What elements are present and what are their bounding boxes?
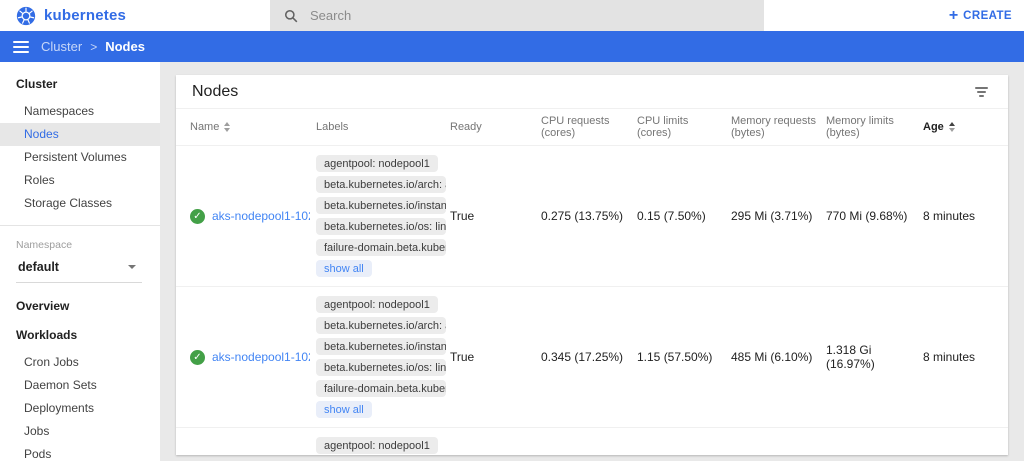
app-logo: kubernetes [16, 0, 126, 31]
show-all-button[interactable]: show all [316, 401, 372, 418]
table-row: ✓ aks-nodepool1-10230590-vm… agentpool: … [176, 146, 1008, 287]
create-button[interactable]: + CREATE [949, 0, 1012, 31]
column-header-labels: Labels [316, 121, 450, 133]
cpu-limits-value: 1.15 (57.50%) [637, 350, 731, 364]
node-labels-cell: agentpool: nodepool1 beta.kubernetes.io/… [316, 428, 450, 455]
sort-icon [224, 122, 230, 132]
namespace-selected-value: default [18, 260, 59, 274]
card-header: Nodes [176, 75, 1008, 109]
namespace-section: Namespace default [0, 226, 160, 283]
sidebar-item-storage-classes[interactable]: Storage Classes [0, 192, 160, 215]
namespace-select[interactable]: default [16, 260, 142, 283]
label-chip: agentpool: nodepool1 [316, 296, 438, 313]
node-name-link[interactable]: aks-nodepool1-10230590-vm… [212, 350, 310, 364]
chevron-right-icon: > [90, 40, 97, 54]
node-name-cell: ✓ aks-nodepool1-10230590-vm… [190, 350, 316, 365]
sidebar: Cluster Namespaces Nodes Persistent Volu… [0, 62, 160, 461]
table-row: ✓ aks-nodepool1-10230590-vm… agentpool: … [176, 287, 1008, 428]
column-header-memory-requests: Memory requests (bytes) [731, 115, 826, 139]
app-title: kubernetes [44, 7, 126, 24]
node-name-cell: ✓ aks-nodepool1-10230590-vm… [190, 209, 316, 224]
memory-limits-value: 770 Mi (9.68%) [826, 209, 923, 223]
label-chip: beta.kubernetes.io/arch: amd… [316, 176, 446, 193]
label-chip: beta.kubernetes.io/os: linux [316, 359, 446, 376]
breadcrumb: Cluster > Nodes [41, 39, 145, 54]
show-all-button[interactable]: show all [316, 260, 372, 277]
sidebar-item-roles[interactable]: Roles [0, 169, 160, 192]
column-header-memory-limits: Memory limits (bytes) [826, 115, 923, 139]
app-bar: kubernetes + CREATE [0, 0, 1024, 31]
label-chip: failure-domain.beta.kubernet… [316, 380, 446, 397]
column-header-name[interactable]: Name [190, 121, 316, 133]
column-header-cpu-limits: CPU limits (cores) [637, 115, 731, 139]
label-chip: agentpool: nodepool1 [316, 437, 438, 454]
sidebar-section-cluster[interactable]: Cluster [0, 62, 160, 100]
label-chip: beta.kubernetes.io/instance-t… [316, 338, 446, 355]
sidebar-item-namespaces[interactable]: Namespaces [0, 100, 160, 123]
sort-icon-active [949, 122, 955, 132]
age-value: 8 minutes [923, 209, 1008, 223]
search-icon [284, 9, 298, 23]
column-header-ready: Ready [450, 121, 541, 133]
sidebar-item-persistent-volumes[interactable]: Persistent Volumes [0, 146, 160, 169]
search-input[interactable] [310, 8, 690, 23]
namespace-label: Namespace [16, 239, 144, 251]
sidebar-item-nodes[interactable]: Nodes [0, 123, 160, 146]
plus-icon: + [949, 8, 958, 24]
cpu-requests-value: 0.345 (17.25%) [541, 350, 637, 364]
ready-value: True [450, 350, 541, 364]
memory-requests-value: 295 Mi (3.71%) [731, 209, 826, 223]
nodes-card: Nodes Name Labels Ready CPU requests (co… [176, 75, 1008, 455]
node-name-link[interactable]: aks-nodepool1-10230590-vm… [212, 209, 310, 223]
sidebar-item-deployments[interactable]: Deployments [0, 397, 160, 420]
node-labels-cell: agentpool: nodepool1 beta.kubernetes.io/… [316, 146, 450, 286]
dropdown-arrow-icon [128, 265, 136, 269]
filter-icon[interactable] [971, 83, 992, 101]
breadcrumb-current-page: Nodes [105, 39, 145, 54]
sidebar-item-cron-jobs[interactable]: Cron Jobs [0, 351, 160, 374]
sidebar-item-daemon-sets[interactable]: Daemon Sets [0, 374, 160, 397]
status-ok-check-icon: ✓ [190, 209, 205, 224]
node-labels-cell: agentpool: nodepool1 beta.kubernetes.io/… [316, 287, 450, 427]
breadcrumb-bar: Cluster > Nodes [0, 31, 1024, 62]
menu-icon[interactable] [13, 41, 29, 53]
status-ok-check-icon: ✓ [190, 350, 205, 365]
table-header-row: Name Labels Ready CPU requests (cores) C… [176, 109, 1008, 146]
sidebar-item-overview[interactable]: Overview [0, 283, 160, 322]
table-row: ✓ aks-nodepool1-10230590-vm… agentpool: … [176, 428, 1008, 455]
age-value: 8 minutes [923, 350, 1008, 364]
label-chip: beta.kubernetes.io/os: linux [316, 218, 446, 235]
sidebar-section-workloads[interactable]: Workloads [0, 322, 160, 351]
label-chip: failure-domain.beta.kubernet… [316, 239, 446, 256]
label-chip: agentpool: nodepool1 [316, 155, 438, 172]
column-header-age[interactable]: Age [923, 121, 1008, 133]
column-header-cpu-requests: CPU requests (cores) [541, 115, 637, 139]
sidebar-item-jobs[interactable]: Jobs [0, 420, 160, 443]
sidebar-item-pods[interactable]: Pods [0, 443, 160, 461]
label-chip: beta.kubernetes.io/instance-t… [316, 197, 446, 214]
cpu-limits-value: 0.15 (7.50%) [637, 209, 731, 223]
page-title: Nodes [192, 83, 238, 101]
memory-limits-value: 1.318 Gi (16.97%) [826, 343, 923, 371]
search-bar [270, 0, 764, 31]
memory-requests-value: 485 Mi (6.10%) [731, 350, 826, 364]
cpu-requests-value: 0.275 (13.75%) [541, 209, 637, 223]
label-chip: beta.kubernetes.io/arch: amd… [316, 317, 446, 334]
ready-value: True [450, 209, 541, 223]
breadcrumb-cluster[interactable]: Cluster [41, 39, 82, 54]
kubernetes-logo-icon [16, 6, 36, 26]
